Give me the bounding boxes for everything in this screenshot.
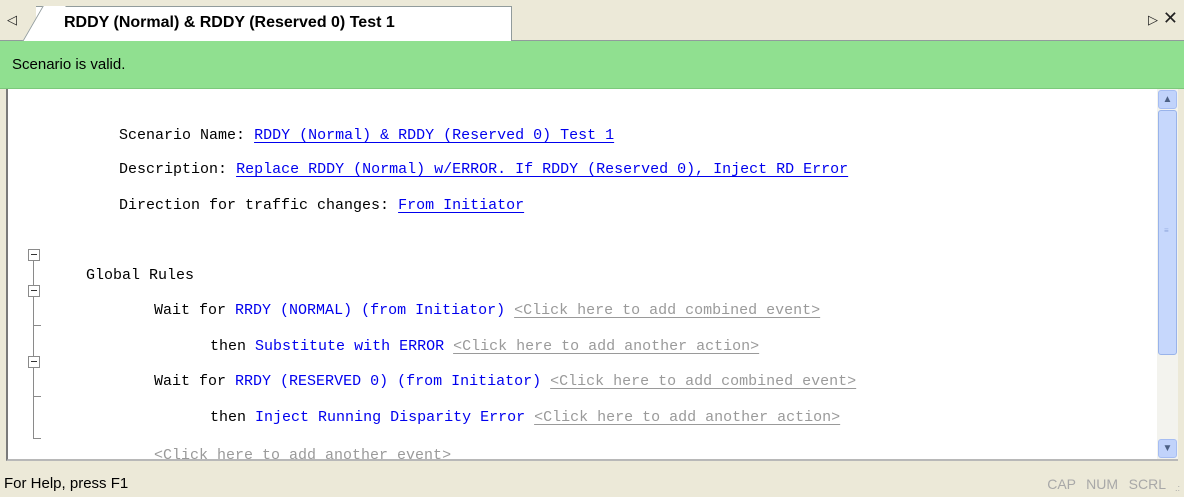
collapse-event-2-icon[interactable] <box>28 356 40 368</box>
num-indicator: NUM <box>1086 476 1118 492</box>
validation-message: Scenario is valid. <box>12 56 126 73</box>
action-row: then Inject Running Disparity Error <Cli… <box>174 385 840 426</box>
add-event-link[interactable]: <Click here to add another event> <box>154 447 451 459</box>
action-row: then Substitute with ERROR <Click here t… <box>174 314 759 355</box>
grip-icon: ≡ <box>1164 226 1169 235</box>
status-bar: For Help, press F1 CAP NUM SCRL .: <box>0 471 1184 497</box>
global-rules-heading: Global Rules <box>50 243 194 284</box>
close-icon[interactable]: ✕ <box>1163 8 1178 28</box>
tab-scenario[interactable]: RDDY (Normal) & RDDY (Reserved 0) Test 1 <box>22 6 512 42</box>
status-help-text: For Help, press F1 <box>4 475 129 492</box>
collapse-global-rules-icon[interactable] <box>28 249 40 261</box>
scrl-indicator: SCRL <box>1128 476 1166 492</box>
add-event-row: <Click here to add another event> <box>118 423 451 459</box>
event-row: Wait for RRDY (NORMAL) (from Initiator) … <box>118 278 820 319</box>
tab-scroll-right-icon[interactable]: ▷ <box>1148 12 1158 28</box>
direction-label: Direction for traffic changes: <box>119 197 390 214</box>
direction-link[interactable]: From Initiator <box>398 197 524 214</box>
resize-grip-icon[interactable]: .: <box>1175 483 1180 493</box>
tree-connector <box>33 325 41 326</box>
scenario-name-row: Scenario Name: RDDY (Normal) & RDDY (Res… <box>83 103 614 144</box>
tree-connector <box>33 396 41 397</box>
tab-bar: ◁ RDDY (Normal) & RDDY (Reserved 0) Test… <box>0 0 1184 42</box>
cap-indicator: CAP <box>1047 476 1076 492</box>
description-row: Description: Replace RDDY (Normal) w/ERR… <box>83 137 848 178</box>
tree-connector <box>33 438 41 439</box>
vertical-scrollbar[interactable]: ▲ ≡ ▼ <box>1157 89 1178 459</box>
collapse-event-1-icon[interactable] <box>28 285 40 297</box>
tab-scroll-left-icon[interactable]: ◁ <box>4 10 20 30</box>
scroll-down-icon[interactable]: ▼ <box>1158 439 1177 458</box>
scroll-up-icon[interactable]: ▲ <box>1158 90 1177 109</box>
tab-title: RDDY (Normal) & RDDY (Reserved 0) Test 1 <box>64 14 395 31</box>
event-row: Wait for RRDY (RESERVED 0) (from Initiat… <box>118 349 856 390</box>
add-action-link[interactable]: <Click here to add another action> <box>534 409 840 426</box>
validation-banner: Scenario is valid. <box>0 41 1184 89</box>
direction-row: Direction for traffic changes: From Init… <box>83 173 524 214</box>
scrollbar-thumb[interactable]: ≡ <box>1158 110 1177 355</box>
scenario-editor[interactable]: Scenario Name: RDDY (Normal) & RDDY (Res… <box>6 89 1178 461</box>
